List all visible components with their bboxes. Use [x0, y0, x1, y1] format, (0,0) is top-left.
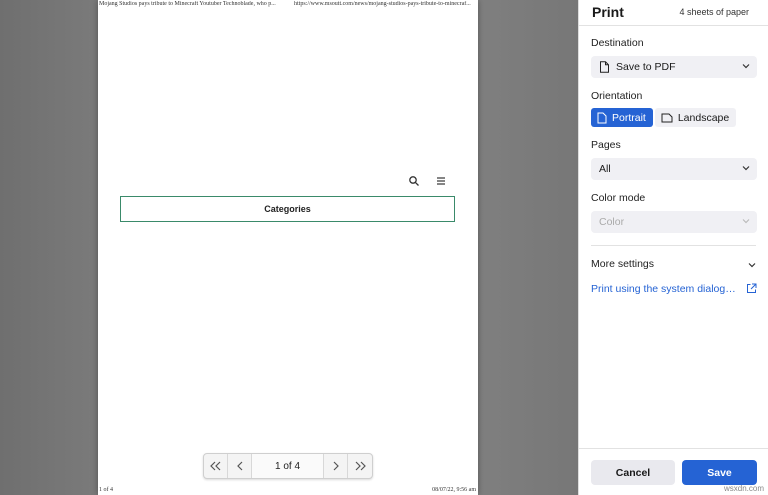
- hamburger-menu-icon: [437, 177, 445, 185]
- double-chevron-right-icon: [355, 461, 366, 471]
- color-mode-select: Color: [591, 211, 757, 233]
- destination-value: Save to PDF: [616, 61, 676, 73]
- landscape-button[interactable]: Landscape: [654, 108, 737, 127]
- chevron-down-icon: [748, 263, 756, 268]
- sheets-count: 4 sheets of paper: [679, 7, 749, 17]
- destination-select[interactable]: Save to PDF: [591, 56, 757, 78]
- chevron-down-icon: [742, 219, 750, 224]
- portrait-label: Portrait: [612, 111, 646, 124]
- pages-select[interactable]: All: [591, 158, 757, 180]
- document-icon: [600, 61, 609, 73]
- print-settings-sidebar: Print 4 sheets of paper Destination Save…: [578, 0, 768, 495]
- search-icon: [409, 176, 419, 186]
- previous-page-button[interactable]: [228, 454, 252, 478]
- page-footer-page-number: 1 of 4: [99, 487, 113, 493]
- last-page-button[interactable]: [348, 454, 372, 478]
- more-settings-toggle[interactable]: More settings: [591, 258, 757, 270]
- chevron-down-icon: [742, 166, 750, 171]
- page-header-url: https://www.msoutt.com/news/mojang-studi…: [294, 1, 471, 7]
- portrait-page-icon: [597, 112, 607, 123]
- color-mode-value: Color: [599, 216, 625, 228]
- landscape-page-icon: [661, 113, 673, 122]
- page-footer-date: 08/07/22, 9:56 am: [432, 487, 476, 493]
- print-title: Print: [592, 4, 624, 20]
- more-settings-label: More settings: [591, 258, 655, 270]
- chevron-left-icon: [236, 461, 242, 471]
- double-chevron-left-icon: [209, 461, 220, 471]
- chevron-right-icon: [333, 461, 339, 471]
- watermark: wsxdn.com: [723, 484, 764, 493]
- print-preview-area: Mojang Studios pays tribute to Minecraft…: [0, 0, 578, 495]
- preview-page: Mojang Studios pays tribute to Minecraft…: [98, 0, 478, 495]
- settings-divider: [591, 245, 756, 246]
- page-counter: 1 of 4: [252, 454, 324, 478]
- color-mode-label: Color mode: [591, 192, 646, 204]
- save-button[interactable]: Save: [682, 460, 757, 485]
- page-navigation: 1 of 4: [203, 453, 373, 479]
- categories-box: Categories: [120, 196, 455, 222]
- first-page-button[interactable]: [204, 454, 228, 478]
- portrait-button[interactable]: Portrait: [591, 108, 653, 127]
- orientation-label: Orientation: [591, 90, 643, 102]
- header-divider: [579, 25, 768, 26]
- cancel-button[interactable]: Cancel: [591, 460, 675, 485]
- system-dialog-label: Print using the system dialog…: [591, 283, 736, 295]
- next-page-button[interactable]: [324, 454, 348, 478]
- pages-value: All: [599, 163, 611, 175]
- destination-label: Destination: [591, 37, 644, 49]
- chevron-down-icon: [742, 64, 750, 69]
- orientation-toggle: Portrait Landscape: [591, 108, 737, 127]
- external-link-icon: [747, 283, 757, 293]
- system-dialog-link[interactable]: Print using the system dialog…: [591, 283, 757, 295]
- pages-label: Pages: [591, 139, 621, 151]
- landscape-label: Landscape: [677, 111, 730, 124]
- footer-divider: [579, 448, 768, 449]
- page-header-title: Mojang Studios pays tribute to Minecraft…: [99, 1, 276, 7]
